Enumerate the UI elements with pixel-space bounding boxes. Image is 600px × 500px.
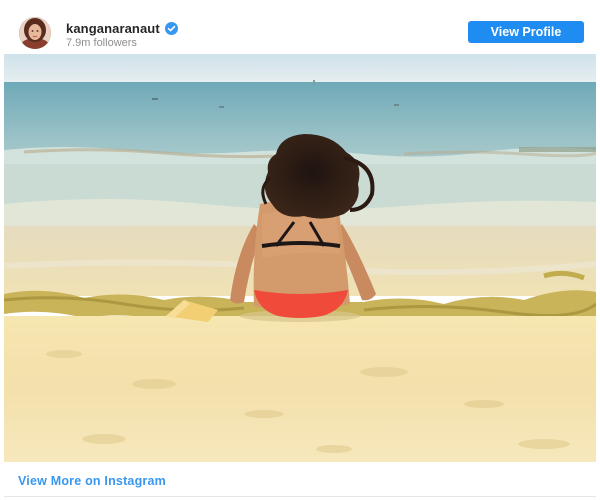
view-more-on-instagram-link[interactable]: View More on Instagram xyxy=(18,474,166,488)
follower-count: 7.9m followers xyxy=(66,37,137,49)
username-row: kanganaranaut xyxy=(66,20,178,36)
username[interactable]: kanganaranaut xyxy=(66,21,160,36)
view-profile-button[interactable]: View Profile xyxy=(468,21,584,43)
post-header: kanganaranaut 7.9m followers View Profil… xyxy=(0,0,600,54)
avatar[interactable] xyxy=(19,17,51,49)
footer-divider xyxy=(4,496,596,497)
instagram-embed: kanganaranaut 7.9m followers View Profil… xyxy=(0,0,600,500)
post-photo[interactable] xyxy=(4,54,596,462)
verified-badge-icon xyxy=(164,21,178,35)
